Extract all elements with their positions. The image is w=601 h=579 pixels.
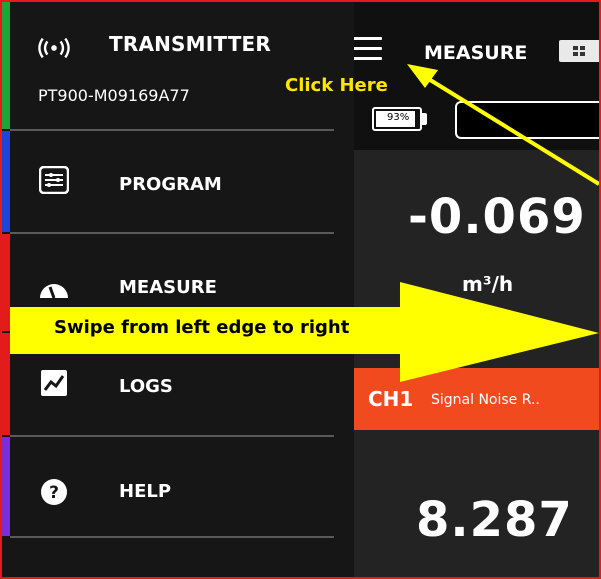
grid-icon	[573, 46, 585, 56]
program-color-strip	[2, 131, 10, 232]
device-serial: PT900-M09169A77	[38, 86, 190, 105]
sidebar-item-label: MEASURE	[119, 277, 217, 298]
channel-label: CH1	[368, 387, 414, 411]
click-here-annotation: Click Here	[285, 75, 388, 96]
channel-description: Signal Noise R..	[431, 392, 540, 408]
swipe-instruction: Swipe from left edge to right	[54, 317, 350, 338]
gauge-icon	[38, 272, 70, 304]
battery-percent: 93%	[387, 112, 410, 123]
svg-text:?: ?	[49, 483, 59, 503]
help-icon: ?	[38, 476, 70, 508]
status-field	[455, 101, 599, 139]
transmitter-title: TRANSMITTER	[109, 32, 272, 56]
logs-color-strip	[2, 333, 10, 435]
flow-reading-value: -0.069	[408, 189, 586, 245]
measure-page-title: MEASURE	[424, 42, 528, 64]
wireless-signal-icon	[38, 32, 70, 64]
sidebar-item-label: HELP	[119, 481, 172, 502]
hamburger-menu-icon[interactable]	[352, 37, 382, 61]
sidebar-item-label: PROGRAM	[119, 174, 222, 195]
header-color-strip	[2, 2, 10, 129]
logs-chart-icon	[38, 367, 70, 399]
sidebar-item-label: LOGS	[119, 376, 173, 397]
drawer-header	[2, 2, 354, 129]
program-icon	[38, 164, 70, 196]
app-frame: MEASURE 93% -0.069 m³/h CH1 Signal Noise…	[0, 0, 601, 579]
measure-color-strip	[2, 234, 10, 331]
divider	[10, 536, 334, 538]
battery-tip	[422, 113, 427, 125]
view-toggle-button[interactable]	[559, 40, 599, 62]
flow-reading-unit: m³/h	[462, 272, 514, 296]
signal-reading-value: 8.287	[416, 492, 573, 548]
help-color-strip	[2, 437, 10, 536]
